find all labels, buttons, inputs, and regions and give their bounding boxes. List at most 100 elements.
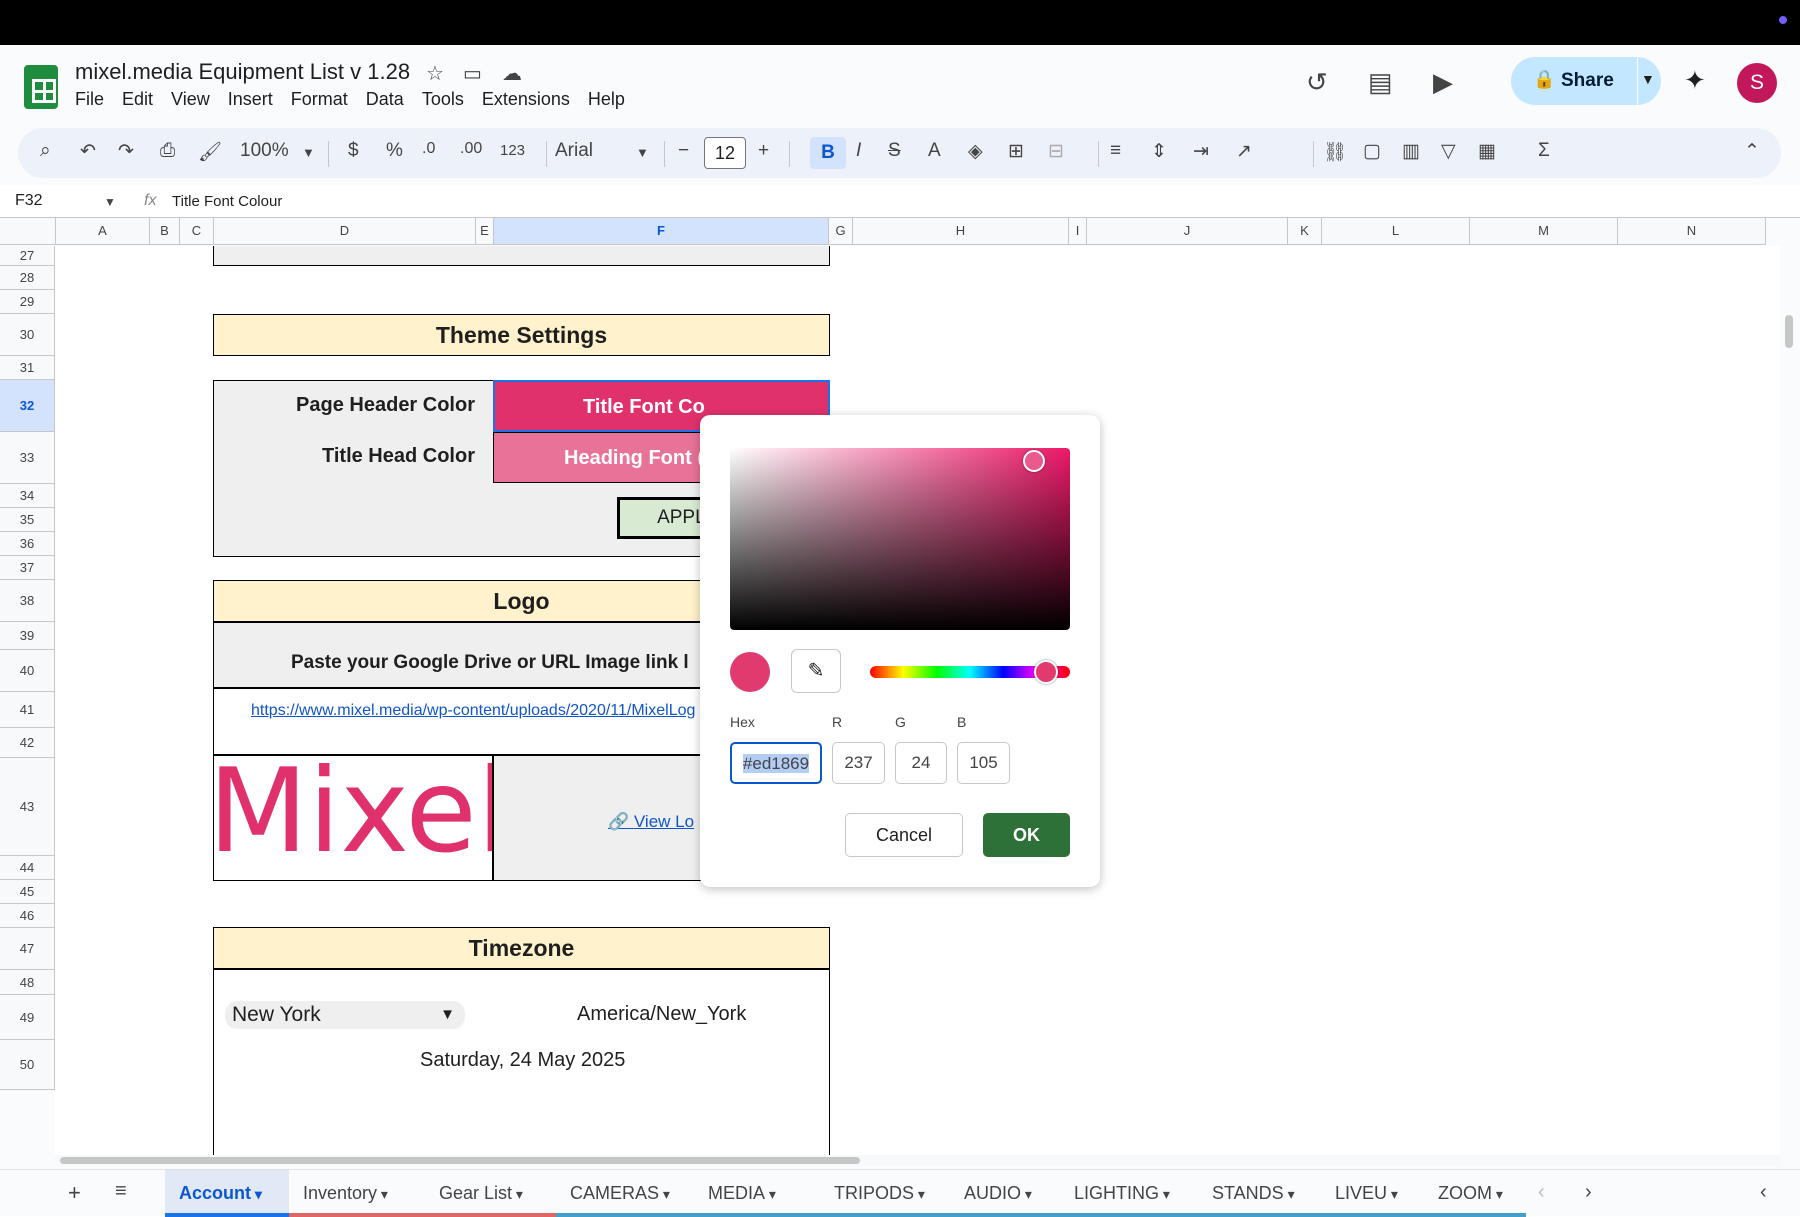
column-header-f[interactable]: F: [494, 218, 829, 245]
merge-cells-icon[interactable]: ⊟: [1048, 140, 1064, 163]
menu-help[interactable]: Help: [588, 89, 634, 110]
move-folder-icon[interactable]: ▭: [463, 61, 482, 86]
undo-icon[interactable]: ↶: [80, 140, 96, 163]
sheet-tab[interactable]: LIVEU ▾: [1321, 1170, 1424, 1217]
tab-menu-chevron-icon[interactable]: ▾: [1492, 1186, 1503, 1202]
row-header[interactable]: 42: [0, 728, 55, 758]
row-header[interactable]: 33: [0, 432, 55, 484]
explore-collapse-icon[interactable]: ‹: [1760, 1181, 1767, 1204]
column-header-b[interactable]: B: [150, 218, 180, 245]
tab-menu-chevron-icon[interactable]: ▾: [659, 1186, 670, 1202]
r-input[interactable]: 237: [832, 742, 885, 784]
row-header[interactable]: 41: [0, 692, 55, 728]
menu-insert[interactable]: Insert: [228, 89, 282, 110]
sheet-tab[interactable]: AUDIO ▾: [950, 1170, 1060, 1217]
sheet-tab[interactable]: TRIPODS ▾: [820, 1170, 950, 1217]
row-header[interactable]: 27: [0, 246, 55, 266]
print-icon[interactable]: ⎙: [160, 140, 175, 162]
timezone-select[interactable]: New York ▼: [225, 1001, 465, 1029]
saturation-value-handle[interactable]: [1023, 450, 1045, 472]
strikethrough-button[interactable]: S: [888, 140, 901, 162]
text-rotation-icon[interactable]: ↗: [1236, 140, 1252, 163]
sheet-tab[interactable]: Inventory ▾: [289, 1170, 425, 1217]
row-header[interactable]: 45: [0, 880, 55, 904]
b-input[interactable]: 105: [957, 742, 1010, 784]
row-header[interactable]: 34: [0, 484, 55, 508]
share-button[interactable]: 🔒 Share ▼: [1511, 57, 1661, 105]
row-header[interactable]: 32: [0, 380, 55, 432]
sheet-tab[interactable]: CAMERAS ▾: [556, 1170, 694, 1217]
column-header-j[interactable]: J: [1087, 218, 1288, 245]
collapse-toolbar-icon[interactable]: ⌃: [1744, 140, 1760, 163]
add-sheet-icon[interactable]: +: [68, 1180, 81, 1206]
functions-button[interactable]: Σ: [1538, 140, 1550, 162]
logo-url-link[interactable]: https://www.mixel.media/wp-content/uploa…: [251, 702, 751, 720]
tab-menu-chevron-icon[interactable]: ▾: [1159, 1186, 1170, 1202]
percent-button[interactable]: %: [386, 140, 403, 162]
zoom-select[interactable]: 100%: [240, 140, 289, 162]
row-header[interactable]: 31: [0, 356, 55, 380]
menu-format[interactable]: Format: [291, 89, 357, 110]
insert-link-icon[interactable]: ⛓: [1323, 140, 1347, 164]
increase-font-size-icon[interactable]: +: [758, 140, 769, 162]
scroll-tabs-left-icon[interactable]: ‹: [1538, 1181, 1545, 1204]
row-header[interactable]: 35: [0, 508, 55, 532]
bold-button[interactable]: B: [810, 137, 846, 169]
row-header[interactable]: 29: [0, 290, 55, 314]
sheet-tab[interactable]: Gear List ▾: [425, 1170, 556, 1217]
fill-color-icon[interactable]: ◈: [968, 140, 983, 163]
comments-icon[interactable]: ▤: [1368, 67, 1393, 98]
ok-button[interactable]: OK: [983, 813, 1070, 857]
column-header-i[interactable]: I: [1069, 218, 1087, 245]
sheet-tab[interactable]: MEDIA ▾: [694, 1170, 820, 1217]
eyedropper-icon[interactable]: ✎: [791, 649, 841, 693]
font-select[interactable]: Arial: [555, 140, 593, 162]
row-header[interactable]: 44: [0, 856, 55, 880]
avatar[interactable]: S: [1737, 63, 1777, 103]
insert-comment-icon[interactable]: ▢: [1363, 140, 1381, 163]
row-header[interactable]: 30: [0, 314, 55, 356]
saturation-value-picker[interactable]: [730, 448, 1070, 630]
formula-input[interactable]: Title Font Colour: [172, 193, 282, 210]
sheet-tab[interactable]: LIGHTING ▾: [1060, 1170, 1198, 1217]
meet-icon[interactable]: ▶: [1433, 67, 1453, 98]
column-header-e[interactable]: E: [476, 218, 494, 245]
row-header[interactable]: 37: [0, 556, 55, 580]
horizontal-scrollbar[interactable]: [55, 1155, 1780, 1166]
sheet-tab[interactable]: STANDS ▾: [1198, 1170, 1321, 1217]
column-header-d[interactable]: D: [214, 218, 476, 245]
font-size-input[interactable]: 12: [704, 137, 746, 169]
row-header[interactable]: 50: [0, 1040, 55, 1090]
name-box-chevron-icon[interactable]: ▼: [104, 195, 116, 209]
column-header-g[interactable]: G: [829, 218, 853, 245]
scroll-tabs-right-icon[interactable]: ›: [1585, 1181, 1592, 1204]
name-box[interactable]: F32: [15, 192, 43, 210]
text-wrapping-icon[interactable]: ⇥: [1193, 140, 1209, 163]
row-header[interactable]: 47: [0, 928, 55, 970]
tab-menu-chevron-icon[interactable]: ▾: [1284, 1186, 1295, 1202]
search-menus-icon[interactable]: ⌕: [40, 140, 51, 162]
row-header[interactable]: 46: [0, 904, 55, 928]
tab-menu-chevron-icon[interactable]: ▾: [914, 1186, 925, 1202]
cloud-saved-icon[interactable]: ☁: [502, 61, 522, 86]
decrease-font-size-icon[interactable]: −: [678, 140, 689, 162]
hue-slider-handle[interactable]: [1034, 660, 1058, 684]
row-header[interactable]: 43: [0, 758, 55, 856]
view-logo-link[interactable]: 🔗 View Lo: [608, 812, 694, 832]
menu-data[interactable]: Data: [366, 89, 413, 110]
dropdown-chevron-icon[interactable]: ▼: [440, 1001, 455, 1029]
tab-menu-chevron-icon[interactable]: ▾: [251, 1186, 262, 1202]
row-header[interactable]: 28: [0, 266, 55, 290]
column-header-h[interactable]: H: [853, 218, 1069, 245]
column-header-c[interactable]: C: [180, 218, 214, 245]
paint-format-icon[interactable]: 🖌: [198, 140, 222, 164]
tab-menu-chevron-icon[interactable]: ▾: [765, 1186, 776, 1202]
gemini-icon[interactable]: ✦: [1684, 65, 1706, 96]
column-header-l[interactable]: L: [1322, 218, 1470, 245]
star-icon[interactable]: ☆: [426, 61, 444, 86]
horizontal-align-icon[interactable]: ≡: [1110, 140, 1121, 162]
decrease-decimal-button[interactable]: .0: [422, 140, 435, 158]
sheet-tab[interactable]: Account ▾: [165, 1170, 289, 1217]
version-history-icon[interactable]: ↺: [1306, 67, 1328, 98]
row-header[interactable]: 40: [0, 650, 55, 692]
